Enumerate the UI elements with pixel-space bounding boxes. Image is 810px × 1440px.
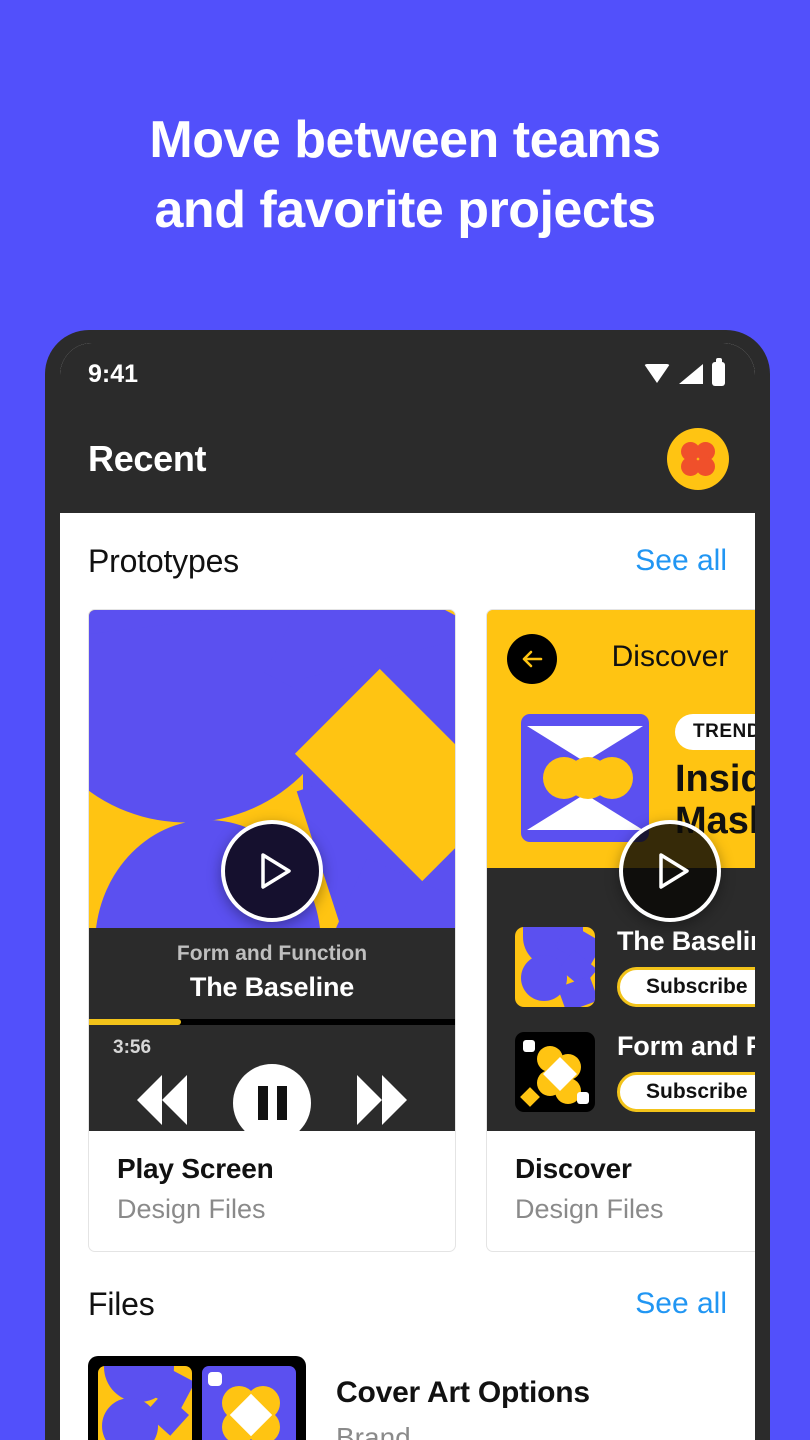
player-controls: [89, 1059, 455, 1131]
prototype-card-meta: Discover Design Files: [487, 1131, 755, 1251]
prototype-card-discover[interactable]: Discover TRENDING Inside Masks: [486, 609, 755, 1252]
subscribe-button[interactable]: Subscribe: [617, 1072, 755, 1112]
file-subtitle: Brand: [336, 1422, 411, 1440]
list-item[interactable]: The Baseline Subscribe: [487, 926, 755, 1007]
trending-badge: TRENDING: [675, 714, 755, 750]
play-icon: [259, 852, 293, 890]
progress-bar[interactable]: [89, 1019, 455, 1025]
play-icon: [657, 852, 691, 890]
status-bar: 9:41: [60, 343, 755, 405]
see-all-prototypes[interactable]: See all: [635, 544, 727, 578]
prototype-card-play-screen[interactable]: Form and Function The Baseline 3:56 Play…: [88, 609, 456, 1252]
rewind-button[interactable]: [137, 1075, 187, 1125]
page-title: Recent: [88, 438, 207, 479]
list-item-texts: The Baseline Subscribe: [617, 926, 755, 1007]
status-icons: [644, 358, 725, 386]
section-header-files: Files See all: [60, 1252, 755, 1356]
battery-icon: [712, 358, 725, 386]
track-subtitle: Form and Function: [176, 942, 368, 965]
prototypes-row: Form and Function The Baseline 3:56 Play…: [60, 609, 755, 1252]
phone-mockup: 9:41 Recent Prototypes See all Form and …: [45, 330, 770, 1440]
media-player: Form and Function The Baseline 3:56: [89, 928, 455, 1131]
wifi-icon: [644, 364, 670, 384]
prototype-card-subtitle: Design Files: [515, 1194, 664, 1224]
channel-thumbnail: [515, 1031, 595, 1112]
feature-line-1: Inside: [675, 758, 755, 800]
section-header-prototypes: Prototypes See all: [60, 513, 755, 609]
prototype-thumbnail-discover: Discover TRENDING Inside Masks: [487, 610, 755, 1131]
prototype-card-title: Discover: [515, 1153, 632, 1184]
status-time: 9:41: [88, 359, 139, 388]
player-texts: Form and Function The Baseline: [89, 928, 455, 1019]
subscribe-button[interactable]: Subscribe: [617, 967, 755, 1007]
prototype-card-title: Play Screen: [117, 1153, 274, 1184]
page-headline: Move between teams and favorite projects: [0, 105, 810, 245]
pause-button[interactable]: [233, 1064, 311, 1131]
file-thumbnail-part-a: [98, 1366, 192, 1440]
channel-thumbnail: [515, 926, 595, 1007]
section-title-files: Files: [88, 1285, 155, 1322]
track-title: The Baseline: [189, 972, 355, 1002]
avatar[interactable]: [667, 428, 729, 490]
file-thumbnail-part-b: [202, 1366, 296, 1440]
list-item-texts: Form and Fun Subscribe: [617, 1031, 755, 1112]
phone-screen: 9:41 Recent Prototypes See all Form and …: [60, 343, 755, 1440]
discover-header-label: Discover: [611, 640, 729, 673]
section-title-prototypes: Prototypes: [88, 542, 239, 579]
play-button[interactable]: [619, 819, 721, 922]
prototype-card-subtitle: Design Files: [117, 1194, 266, 1224]
file-texts: Cover Art Options Brand: [336, 1376, 727, 1440]
clover-avatar-icon: [681, 442, 715, 476]
list-item[interactable]: Form and Fun Subscribe: [487, 1031, 755, 1112]
file-thumbnail: [88, 1356, 306, 1440]
headline-line-1: Move between teams: [149, 111, 661, 169]
cellular-signal-icon: [679, 364, 703, 384]
see-all-files[interactable]: See all: [635, 1287, 727, 1321]
app-bar: Recent: [60, 405, 755, 513]
prototype-card-meta: Play Screen Design Files: [89, 1131, 455, 1251]
discover-feature-art: [521, 714, 649, 842]
channel-title: Form and Fun: [617, 1031, 755, 1061]
discover-subscription-list: The Baseline Subscribe: [487, 868, 755, 1131]
prototype-thumbnail-play-screen: Form and Function The Baseline 3:56: [89, 610, 455, 1131]
fast-forward-button[interactable]: [357, 1075, 407, 1125]
discover-top: Discover TRENDING Inside Masks: [487, 610, 755, 868]
headline-line-2: and favorite projects: [154, 181, 656, 239]
file-list-item[interactable]: Cover Art Options Brand: [60, 1356, 755, 1440]
app-body: Prototypes See all Form and Function The…: [60, 513, 755, 1440]
progress-bar-fill: [89, 1019, 181, 1025]
file-title: Cover Art Options: [336, 1376, 590, 1409]
channel-title: The Baseline: [617, 926, 755, 956]
play-button[interactable]: [221, 819, 323, 922]
elapsed-time: 3:56: [113, 1037, 152, 1058]
